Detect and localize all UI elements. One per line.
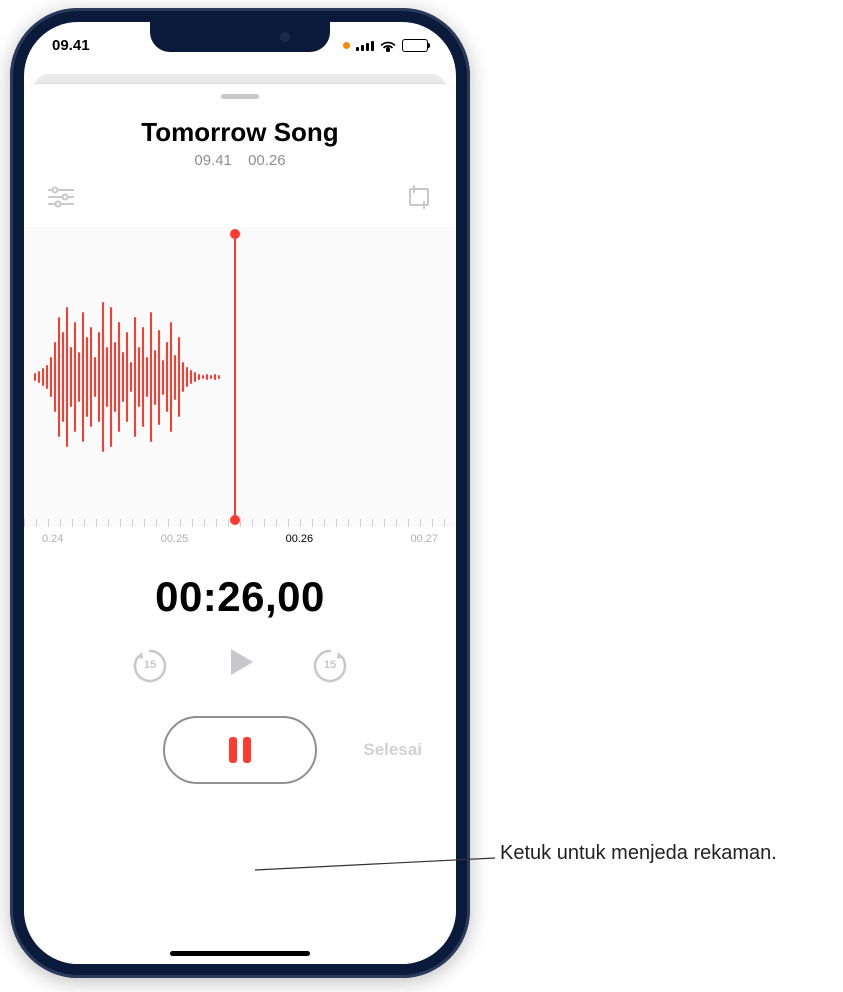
cellular-icon [356,39,374,51]
bottom-row: Selesai [24,716,456,798]
trim-icon[interactable] [402,183,436,211]
skip-back-button[interactable]: 15 [129,644,171,686]
notch [150,22,330,52]
axis-tick: 00.26 [286,533,314,545]
time-axis: 0.24 00.25 00.26 00.27 [24,527,456,545]
play-button[interactable] [221,643,259,686]
tools-row [24,169,456,217]
status-time: 09.41 [52,37,90,54]
recording-meta-time: 09.41 [194,152,232,169]
playhead[interactable] [234,233,236,521]
done-button[interactable]: Selesai [363,740,422,760]
phone-frame: 09.41 Tomorrow Song 09.41 00.26 [10,8,470,978]
waveform-area[interactable] [24,227,456,527]
callout-text: Ketuk untuk menjeda rekaman. [500,840,777,867]
axis-tick: 00.25 [161,533,189,545]
timer-display: 00:26,00 [24,573,456,621]
axis-tick: 0.24 [42,533,63,545]
pause-button[interactable] [163,716,317,784]
recording-sheet: Tomorrow Song 09.41 00.26 [24,84,456,964]
status-right [343,39,428,52]
skip-forward-amount: 15 [324,659,336,671]
battery-icon [402,39,428,52]
waveform [24,227,456,527]
recording-meta: 09.41 00.26 [24,152,456,169]
sheet-grabber[interactable] [221,94,259,99]
axis-tick: 00.27 [410,533,438,545]
recording-indicator-dot [343,42,350,49]
home-indicator[interactable] [170,951,310,956]
wifi-icon [380,39,396,51]
settings-icon[interactable] [44,183,78,211]
recording-title[interactable]: Tomorrow Song [24,117,456,148]
screen: 09.41 Tomorrow Song 09.41 00.26 [24,22,456,964]
skip-back-amount: 15 [144,659,156,671]
skip-forward-button[interactable]: 15 [309,644,351,686]
pause-icon [229,737,251,763]
playback-controls: 15 15 [24,643,456,686]
recording-meta-duration: 00.26 [248,152,286,169]
